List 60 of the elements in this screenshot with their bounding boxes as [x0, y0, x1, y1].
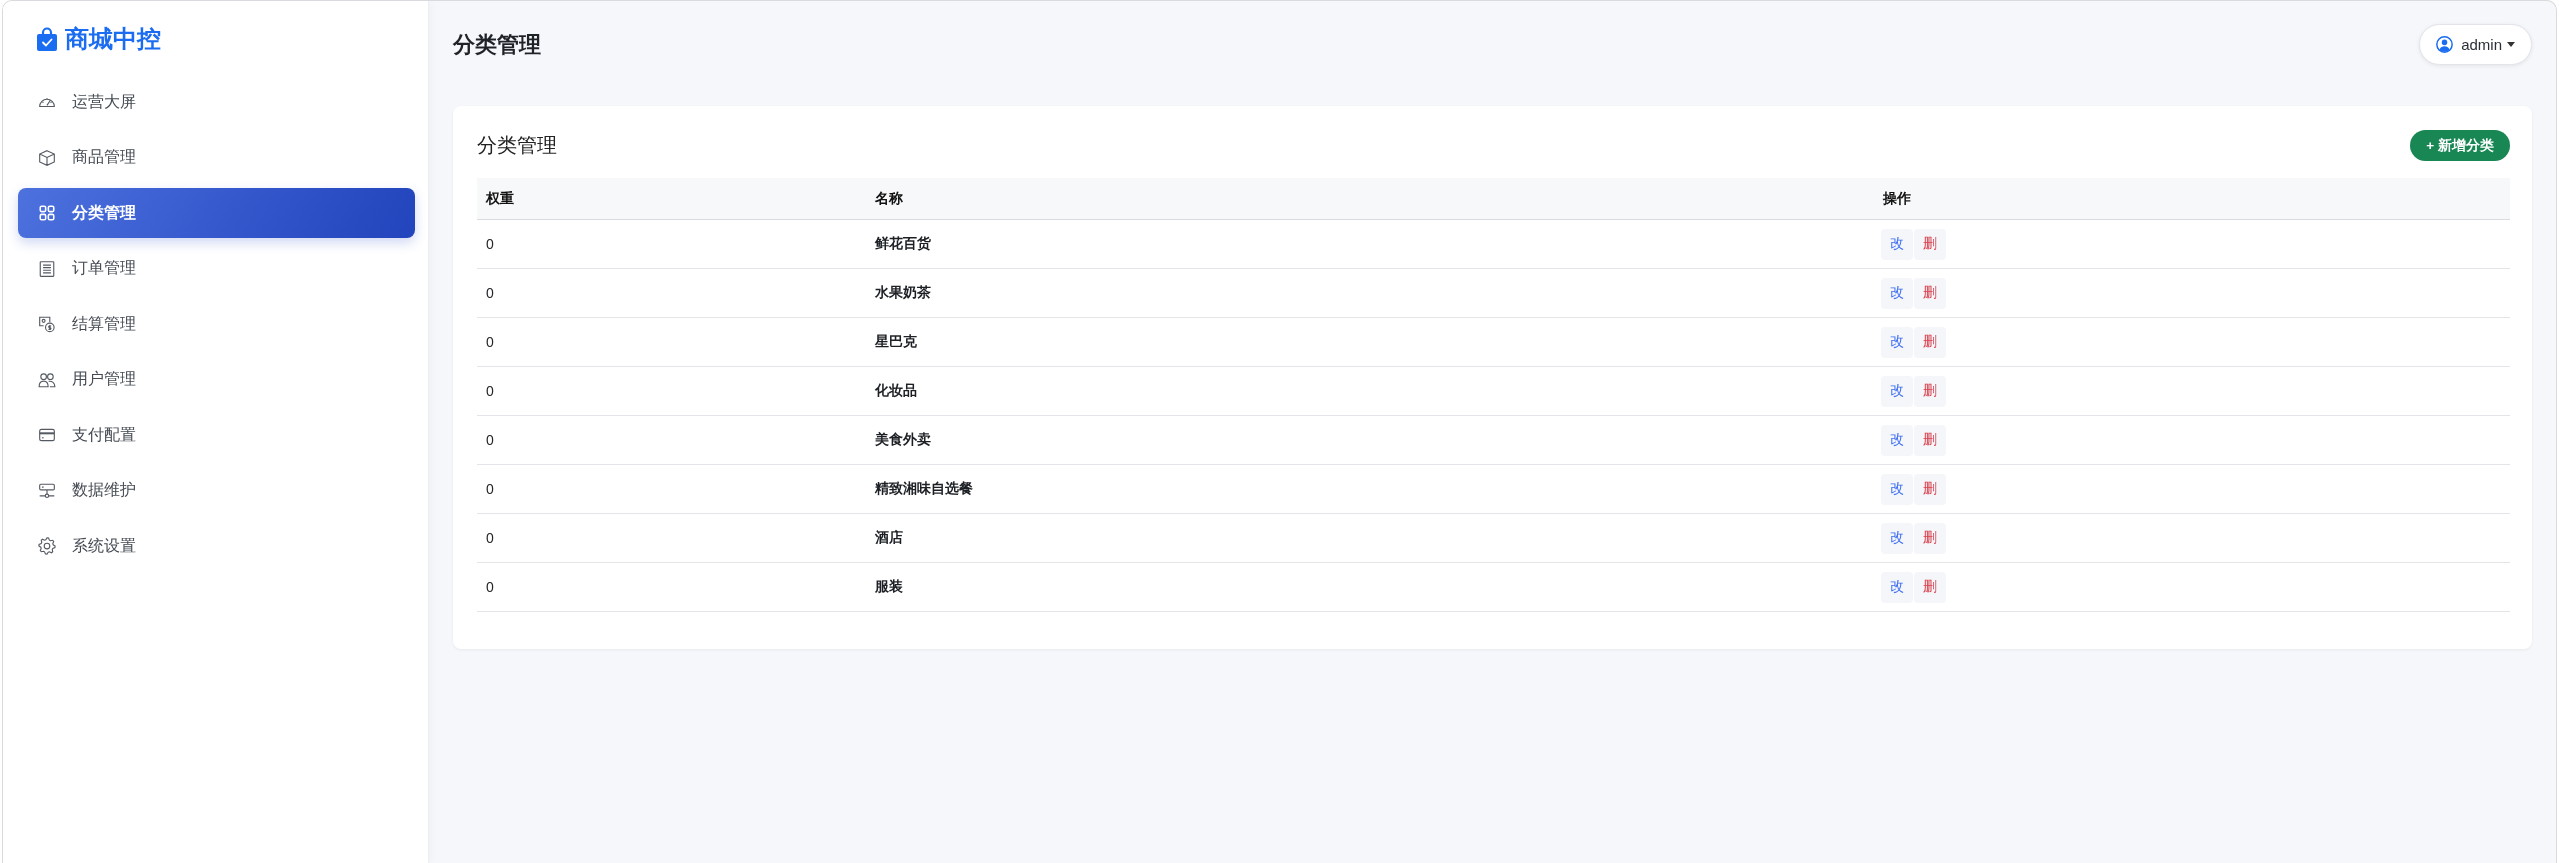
table-cell-text: 水果奶茶 [874, 284, 931, 302]
table-cell-text: 化妆品 [874, 382, 917, 400]
people-icon [38, 370, 56, 389]
column-header: 名称 [874, 189, 903, 208]
delete-button[interactable]: 删 [1914, 228, 1946, 260]
edit-button[interactable]: 改 [1881, 522, 1913, 554]
edit-button[interactable]: 改 [1881, 424, 1913, 456]
table-cell-text: 0 [485, 236, 494, 252]
table-cell-text: 服装 [874, 578, 903, 596]
caret-icon [2507, 42, 2515, 47]
box-icon [38, 148, 56, 167]
delete-button[interactable]: 删 [1914, 424, 1946, 456]
column-header: 权重 [485, 189, 514, 208]
table-cell-text: 0 [485, 432, 494, 448]
receipt-icon [38, 259, 56, 278]
delete-button[interactable]: 删 [1914, 277, 1946, 309]
sidebar-item[interactable]: 系统设置 [18, 521, 415, 571]
table-cell-text: 星巴克 [874, 333, 917, 351]
edit-button[interactable]: 改 [1881, 277, 1913, 309]
network-node-icon [38, 481, 56, 500]
edit-button[interactable]: 改 [1881, 326, 1913, 358]
table-cell-text: 0 [485, 481, 494, 497]
sidebar-item[interactable]: 支付配置 [18, 410, 415, 460]
page-title: 分类管理 [453, 30, 541, 59]
table-cell-text: 0 [485, 530, 494, 546]
shopping-bag-icon [37, 27, 57, 51]
column-header: 操作 [1882, 189, 1911, 208]
delete-button[interactable]: 删 [1914, 326, 1946, 358]
table-cell-text: 鲜花百货 [874, 235, 931, 253]
settings-icon [38, 537, 56, 555]
add-category-button[interactable]: + 新增分类 [2410, 130, 2510, 161]
table-cell-text: 酒店 [874, 529, 903, 547]
delete-button[interactable]: 删 [1914, 571, 1946, 603]
delete-button[interactable]: 删 [1914, 473, 1946, 505]
table-cell-text: 0 [485, 334, 494, 350]
delete-button[interactable]: 删 [1914, 375, 1946, 407]
grid-icon [38, 204, 56, 222]
credit-card-icon [38, 426, 56, 444]
sidebar-item[interactable]: 数据维护 [18, 465, 415, 516]
sidebar-item[interactable]: 运营大屏 [18, 77, 415, 127]
table-cell-text: 0 [485, 383, 494, 399]
edit-button[interactable]: 改 [1881, 473, 1913, 505]
table-cell-text: 0 [485, 285, 494, 301]
user-avatar-icon [2436, 36, 2454, 53]
user-menu-button[interactable]: admin [2419, 24, 2532, 65]
table-cell-text: 精致湘味自选餐 [874, 480, 973, 498]
edit-button[interactable]: 改 [1881, 571, 1913, 603]
sidebar-item[interactable]: 用户管理 [18, 354, 415, 405]
brand-title: 商城中控 [65, 25, 161, 53]
edit-button[interactable]: 改 [1881, 228, 1913, 260]
delete-button[interactable]: 删 [1914, 522, 1946, 554]
sidebar-item[interactable]: 分类管理 [18, 188, 415, 238]
sidebar-item[interactable]: 订单管理 [18, 243, 415, 294]
table-cell-text: 美食外卖 [874, 431, 931, 449]
table-cell-text: 0 [485, 579, 494, 595]
cash-coin-icon [38, 315, 56, 333]
edit-button[interactable]: 改 [1881, 375, 1913, 407]
sidebar-item[interactable]: 商品管理 [18, 132, 415, 183]
card-title: 分类管理 [477, 133, 557, 158]
sidebar-item[interactable]: 结算管理 [18, 299, 415, 349]
